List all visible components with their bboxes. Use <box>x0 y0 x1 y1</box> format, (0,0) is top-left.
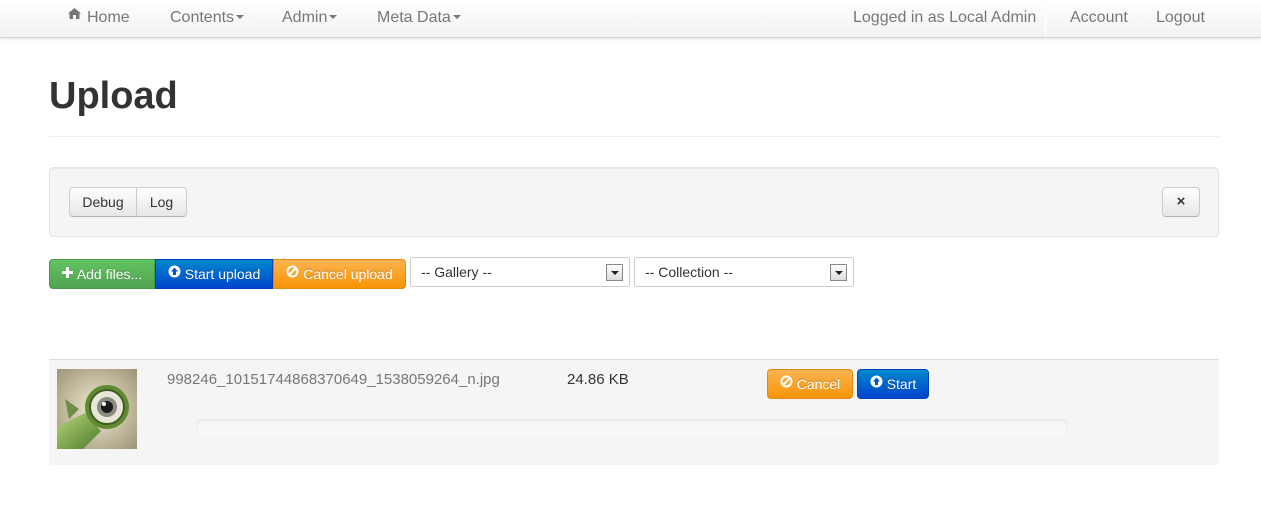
nav-meta-data-label: Meta Data <box>377 9 451 26</box>
debug-well: Debug Log × <box>49 167 1219 237</box>
file-start-button[interactable]: Start <box>857 369 929 399</box>
cancel-upload-label: Cancel upload <box>303 266 393 282</box>
nav-admin-label: Admin <box>282 9 328 26</box>
dropdown-arrow-icon <box>606 264 623 281</box>
file-name: 998246_10151744868370649_1538059264_n.jp… <box>167 371 500 388</box>
ban-icon <box>286 259 299 288</box>
nav-home-link[interactable]: Home <box>67 0 130 37</box>
start-upload-button[interactable]: Start upload <box>155 259 273 289</box>
page-title: Upload <box>49 75 178 117</box>
add-files-button[interactable]: Add files... <box>49 259 155 289</box>
ban-icon <box>780 369 793 398</box>
nav-contents-dropdown[interactable]: Contents <box>170 0 245 37</box>
top-navbar: Home Contents Admin Meta Data Logged in … <box>0 0 1261 38</box>
nav-home-label: Home <box>87 9 130 26</box>
cancel-upload-button[interactable]: Cancel upload <box>273 259 406 289</box>
file-cancel-button[interactable]: Cancel <box>767 369 853 399</box>
debug-button[interactable]: Debug <box>69 187 137 217</box>
log-button[interactable]: Log <box>136 187 187 217</box>
collection-select[interactable]: -- Collection -- <box>634 257 854 287</box>
collection-select-value: -- Collection -- <box>645 264 733 280</box>
close-button[interactable]: × <box>1162 187 1200 217</box>
nav-admin-dropdown[interactable]: Admin <box>282 0 338 37</box>
gallery-select[interactable]: -- Gallery -- <box>410 257 630 287</box>
caret-down-icon <box>236 14 245 19</box>
nav-account-link[interactable]: Account <box>1070 0 1128 37</box>
nav-meta-data-dropdown[interactable]: Meta Data <box>377 0 461 37</box>
logged-in-status: Logged in as Local Admin <box>853 9 1037 26</box>
file-thumbnail <box>57 369 137 449</box>
add-files-label: Add files... <box>76 266 143 282</box>
close-icon: × <box>1176 193 1186 210</box>
plus-icon <box>61 259 73 288</box>
file-cancel-label: Cancel <box>796 376 841 392</box>
caret-down-icon <box>452 14 461 19</box>
file-size: 24.86 KB <box>567 371 629 388</box>
upload-progress-bar <box>197 419 1067 437</box>
caret-down-icon <box>329 14 338 19</box>
home-icon <box>67 0 82 34</box>
arrow-circle-up-icon <box>870 369 883 398</box>
start-upload-label: Start upload <box>184 266 261 282</box>
arrow-circle-up-icon <box>168 259 181 288</box>
nav-divider <box>1045 0 1046 37</box>
nav-contents-label: Contents <box>170 9 235 26</box>
file-start-label: Start <box>886 376 917 392</box>
file-row: 998246_10151744868370649_1538059264_n.jp… <box>49 359 1219 465</box>
nav-logout-link[interactable]: Logout <box>1156 0 1205 37</box>
gallery-select-value: -- Gallery -- <box>421 264 492 280</box>
header-divider <box>49 136 1219 137</box>
dropdown-arrow-icon <box>830 264 847 281</box>
